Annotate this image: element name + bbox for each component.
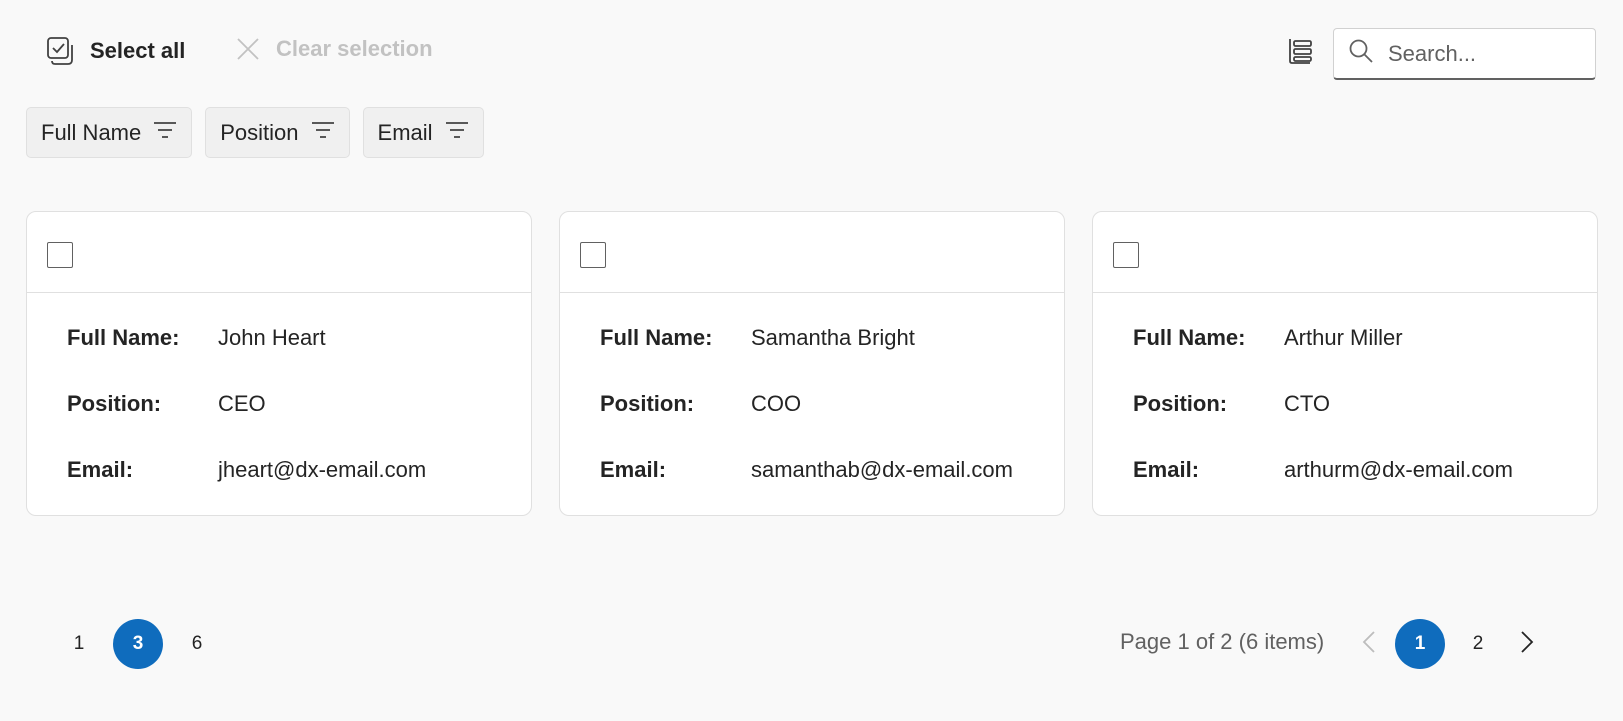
search-icon xyxy=(1348,38,1374,69)
field-label: Email: xyxy=(1133,457,1200,482)
field-label: Full Name: xyxy=(600,325,713,350)
field-label: Email: xyxy=(600,457,667,482)
column-header-full-name[interactable]: Full Name xyxy=(26,107,193,158)
field-row: Position: CEO xyxy=(67,391,531,457)
column-label: Email xyxy=(377,119,433,145)
field-value: John Heart xyxy=(218,325,326,350)
column-header-email[interactable]: Email xyxy=(362,107,484,158)
field-value: jheart@dx-email.com xyxy=(218,457,427,482)
field-label: Position: xyxy=(1133,391,1228,416)
field-value: samanthab@dx-email.com xyxy=(751,457,1013,482)
field-label: Position: xyxy=(67,391,162,416)
card-body: Full Name: Arthur Miller Position: CTO E… xyxy=(1093,293,1597,523)
field-value: CEO xyxy=(218,391,266,416)
field-row: Email: jheart@dx-email.com xyxy=(67,457,531,523)
previous-page-button[interactable] xyxy=(1349,619,1389,669)
card-select-checkbox[interactable] xyxy=(1113,242,1139,268)
field-row: Full Name: Arthur Miller xyxy=(1133,325,1597,391)
field-row: Position: COO xyxy=(600,391,1064,457)
field-row: Email: samanthab@dx-email.com xyxy=(600,457,1064,523)
field-label: Email: xyxy=(67,457,134,482)
column-label: Position xyxy=(220,119,299,145)
filter-icon[interactable] xyxy=(311,120,335,146)
select-all-icon xyxy=(46,36,74,66)
page-size-option-selected[interactable]: 3 xyxy=(113,619,163,669)
page-size-selector: 1 3 6 xyxy=(54,619,222,669)
field-row: Email: arthurm@dx-email.com xyxy=(1133,457,1597,523)
card-select-checkbox[interactable] xyxy=(580,242,606,268)
card-body: Full Name: Samantha Bright Position: COO… xyxy=(560,293,1064,523)
column-header-panel: Full Name Position Email xyxy=(26,107,484,158)
field-row: Full Name: Samantha Bright xyxy=(600,325,1064,391)
column-header-position[interactable]: Position xyxy=(205,107,350,158)
next-page-button[interactable] xyxy=(1507,619,1547,669)
select-all-label: Select all xyxy=(90,38,186,63)
column-chooser-icon xyxy=(1285,36,1315,71)
field-value: COO xyxy=(751,391,802,416)
filter-icon[interactable] xyxy=(445,120,469,146)
card[interactable]: Full Name: John Heart Position: CEO Emai… xyxy=(26,211,532,516)
page-size-option[interactable]: 1 xyxy=(54,619,104,669)
card[interactable]: Full Name: Samantha Bright Position: COO… xyxy=(559,211,1065,516)
column-chooser-button[interactable] xyxy=(1283,36,1317,70)
pagination: 1 2 xyxy=(1349,619,1547,669)
card[interactable]: Full Name: Arthur Miller Position: CTO E… xyxy=(1092,211,1598,516)
chevron-left-icon xyxy=(1362,630,1376,659)
field-value: CTO xyxy=(1284,391,1331,416)
field-value: Samantha Bright xyxy=(751,325,915,350)
clear-selection-button[interactable]: Clear selection xyxy=(236,36,433,62)
card-header xyxy=(1093,212,1597,293)
field-label: Position: xyxy=(600,391,695,416)
card-header xyxy=(560,212,1064,293)
card-header xyxy=(27,212,531,293)
chevron-right-icon xyxy=(1520,630,1534,659)
column-label: Full Name xyxy=(41,119,142,145)
field-row: Position: CTO xyxy=(1133,391,1597,457)
card-select-checkbox[interactable] xyxy=(47,242,73,268)
field-label: Full Name: xyxy=(1133,325,1246,350)
page-button-current[interactable]: 1 xyxy=(1395,619,1445,669)
card-view: Select all Clear selection Search... Ful… xyxy=(0,0,1623,721)
filter-icon[interactable] xyxy=(153,120,177,146)
field-value: arthurm@dx-email.com xyxy=(1284,457,1513,482)
page-size-option[interactable]: 6 xyxy=(172,619,222,669)
card-body: Full Name: John Heart Position: CEO Emai… xyxy=(27,293,531,523)
page-info: Page 1 of 2 (6 items) xyxy=(1120,629,1325,654)
search-box xyxy=(1333,28,1596,80)
page-button[interactable]: 2 xyxy=(1453,619,1503,669)
clear-selection-label: Clear selection xyxy=(276,36,433,61)
close-icon xyxy=(236,37,260,61)
field-row: Full Name: John Heart xyxy=(67,325,531,391)
field-value: Arthur Miller xyxy=(1284,325,1403,350)
card-list: Full Name: John Heart Position: CEO Emai… xyxy=(26,211,1598,516)
select-all-button[interactable]: Select all xyxy=(46,36,185,66)
search-input[interactable] xyxy=(1388,40,1578,67)
field-label: Full Name: xyxy=(67,325,180,350)
